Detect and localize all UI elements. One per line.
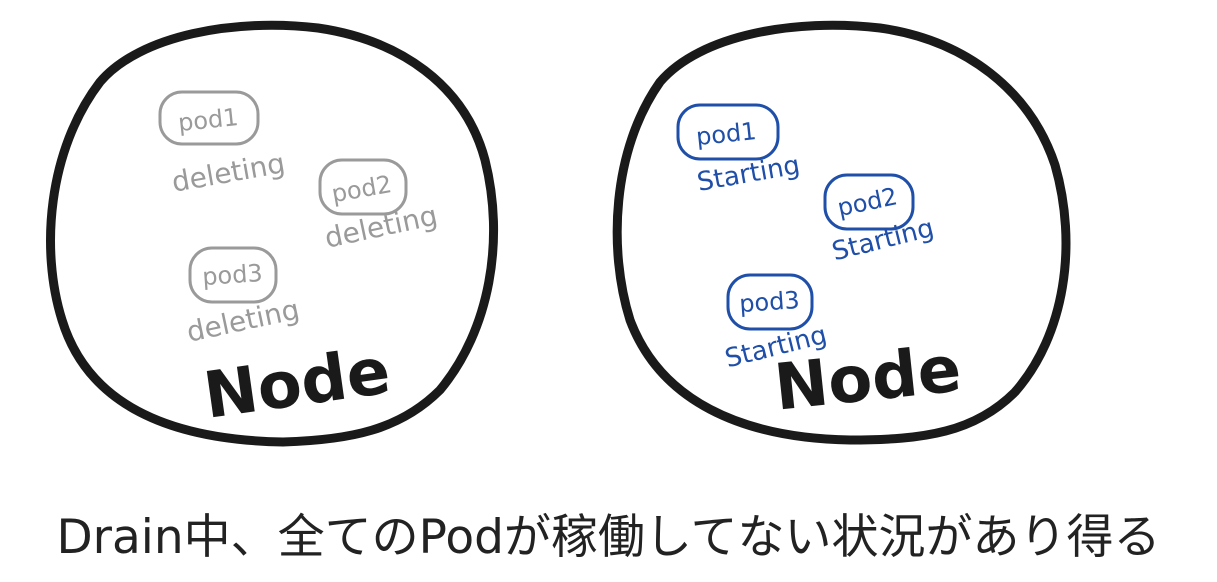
node-right: pod1 Starting pod2 Starting pod3 Startin…	[612, 20, 1071, 445]
pod-left-3-name: pod3	[201, 259, 263, 291]
caption: Drain中、全てのPodが稼働してない状況があり得る	[56, 510, 1161, 565]
pod-left-1-name: pod1	[177, 103, 240, 137]
diagram-canvas: pod1 deleting pod2 deleting pod3 deletin…	[46, 20, 1071, 447]
pod-right-1: pod1 Starting	[676, 103, 802, 198]
pod-right-2-name: pod2	[835, 182, 900, 222]
pod-left-1-status: deleting	[169, 146, 287, 198]
pod-right-2: pod2 Starting	[823, 173, 937, 267]
pod-left-2-name: pod2	[329, 170, 393, 208]
pod-left-2: pod2 deleting	[318, 158, 440, 255]
pod-right-2-status: Starting	[829, 213, 937, 267]
pod-left-1: pod1 deleting	[158, 90, 287, 199]
pod-left-3: pod3 deleting	[184, 246, 302, 349]
pod-right-1-name: pod1	[695, 117, 758, 151]
pod-right-1-status: Starting	[695, 150, 802, 198]
pod-right-3-name: pod3	[738, 286, 800, 318]
node-left: pod1 deleting pod2 deleting pod3 deletin…	[46, 20, 498, 447]
node-left-label: Node	[199, 335, 394, 434]
